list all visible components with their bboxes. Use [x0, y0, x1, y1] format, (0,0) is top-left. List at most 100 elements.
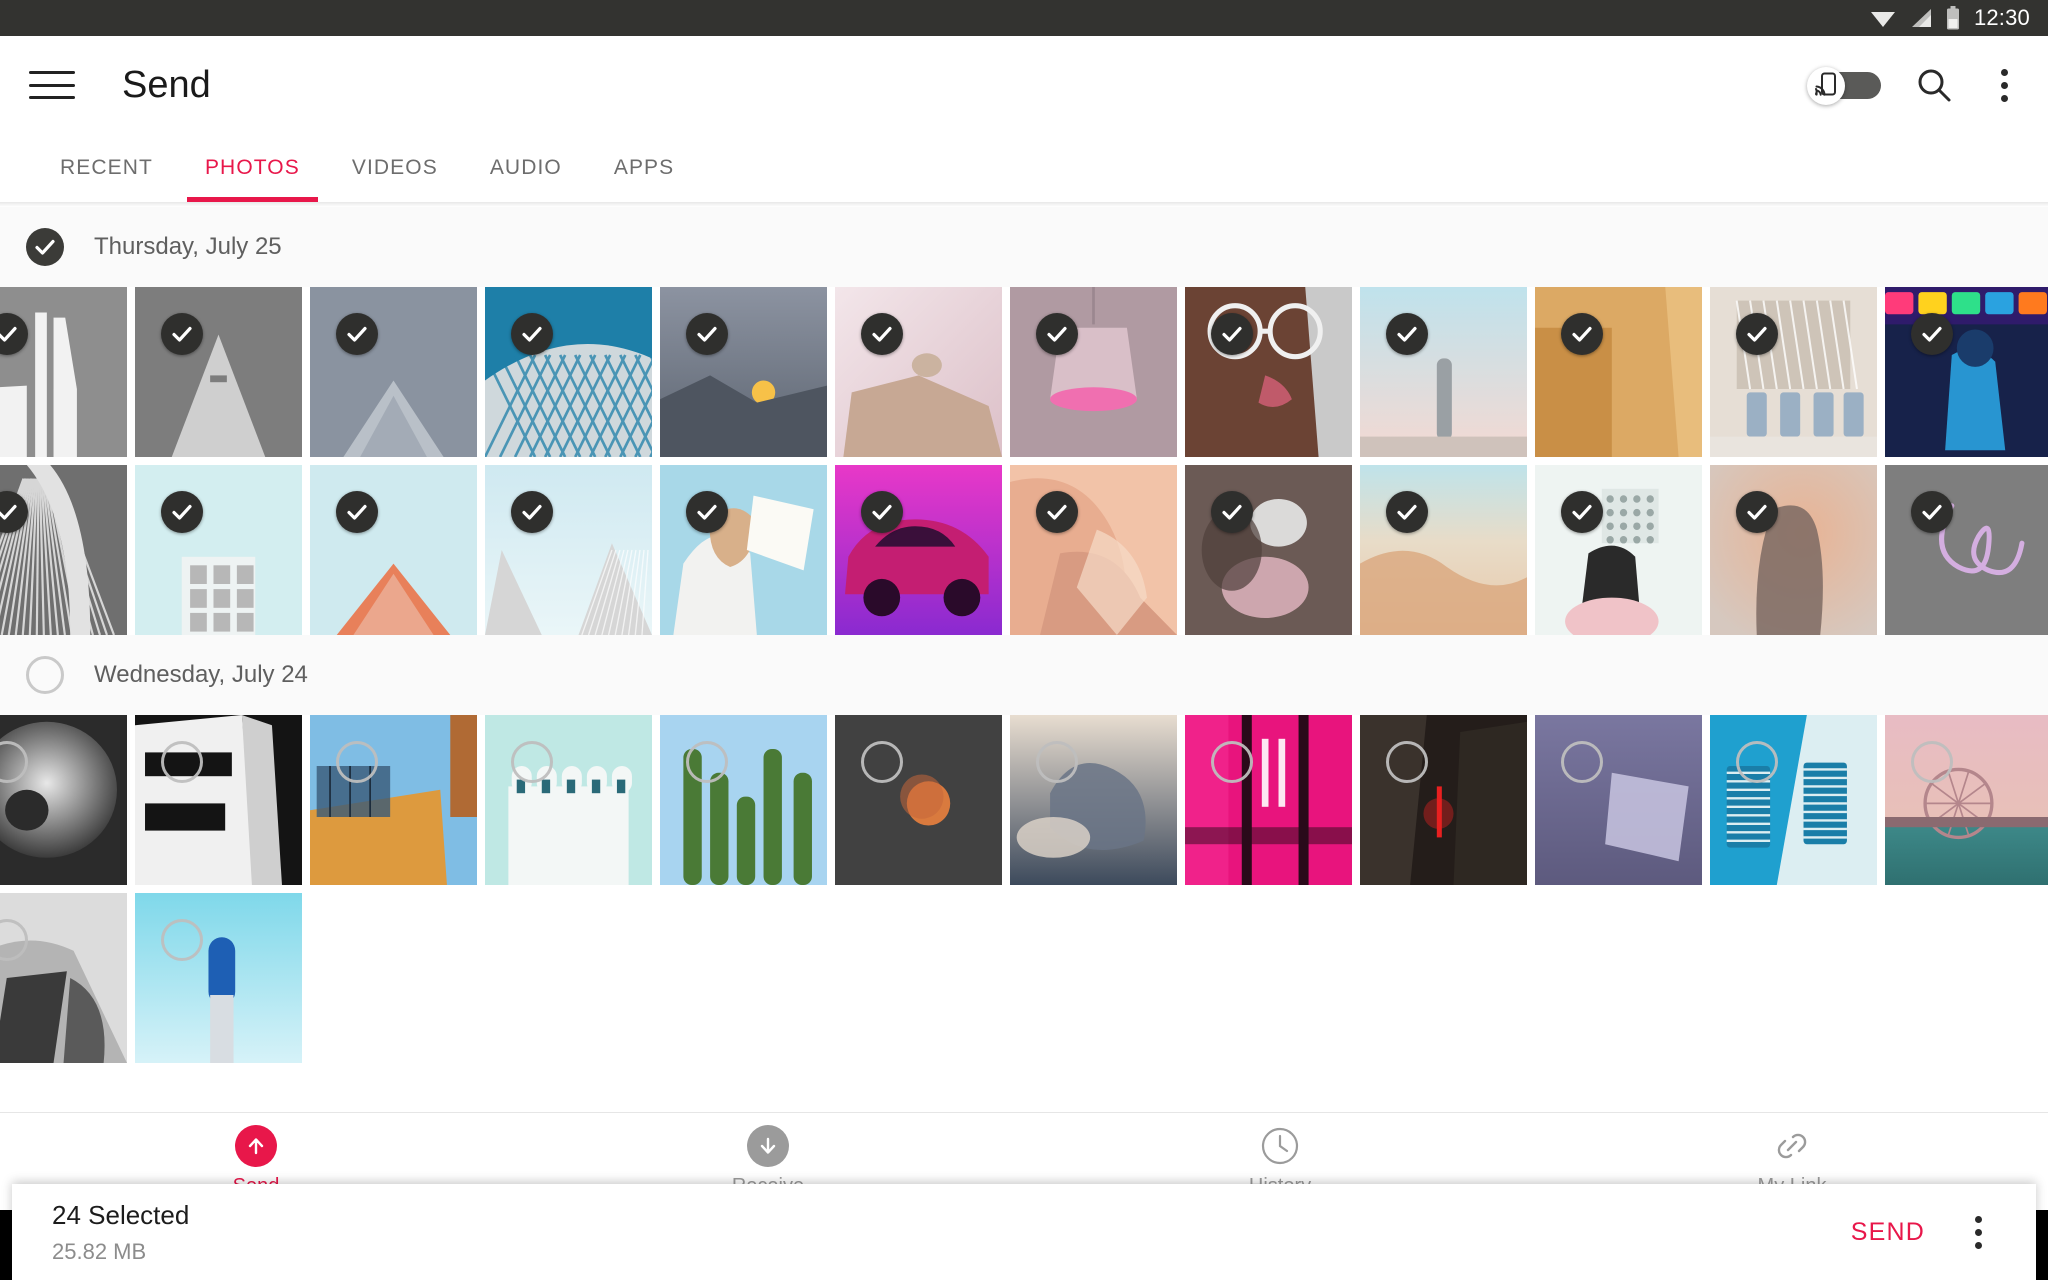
photo-select-checkbox[interactable] — [1911, 313, 1953, 355]
photo-thumbnail — [1360, 287, 1527, 457]
photo-select-checkbox[interactable] — [1386, 491, 1428, 533]
photo-tile[interactable] — [1885, 287, 2048, 457]
photo-tile[interactable] — [310, 465, 477, 635]
photo-browser[interactable]: Thursday, July 25 Wednesday, July 24 — [0, 207, 2048, 1140]
photo-tile[interactable] — [135, 465, 302, 635]
photo-tile[interactable] — [135, 715, 302, 885]
photo-tile[interactable] — [1360, 465, 1527, 635]
photo-tile[interactable] — [135, 287, 302, 457]
photo-tile[interactable] — [310, 715, 477, 885]
photo-tile[interactable] — [1885, 715, 2048, 885]
photo-select-checkbox[interactable] — [161, 741, 203, 783]
photo-tile[interactable] — [0, 893, 127, 1063]
tab-audio[interactable]: AUDIO — [464, 134, 588, 202]
photo-thumbnail — [135, 465, 302, 635]
photo-select-checkbox[interactable] — [511, 741, 553, 783]
photo-tile[interactable] — [1185, 715, 1352, 885]
photo-select-checkbox[interactable] — [861, 491, 903, 533]
photo-select-checkbox[interactable] — [1911, 491, 1953, 533]
photo-tile[interactable] — [835, 287, 1002, 457]
photo-tile[interactable] — [835, 715, 1002, 885]
photo-select-checkbox[interactable] — [1736, 313, 1778, 355]
photo-tile[interactable] — [660, 715, 827, 885]
photo-select-checkbox[interactable] — [686, 313, 728, 355]
photo-tile[interactable] — [1360, 715, 1527, 885]
photo-thumbnail — [1710, 715, 1877, 885]
photo-thumbnail — [660, 715, 827, 885]
download-arrow-icon — [747, 1125, 789, 1167]
photo-tile[interactable] — [310, 287, 477, 457]
photo-select-checkbox[interactable] — [686, 491, 728, 533]
photo-select-checkbox[interactable] — [1036, 741, 1078, 783]
photo-tile[interactable] — [0, 287, 127, 457]
hamburger-menu-icon[interactable] — [26, 65, 78, 105]
photo-thumbnail — [1360, 715, 1527, 885]
photo-select-checkbox[interactable] — [336, 313, 378, 355]
photo-thumbnail — [0, 715, 127, 885]
send-button[interactable]: SEND — [1851, 1218, 1925, 1247]
photo-tile[interactable] — [485, 715, 652, 885]
photo-tile[interactable] — [1185, 465, 1352, 635]
photo-select-checkbox[interactable] — [511, 313, 553, 355]
date-section-checkbox[interactable] — [26, 228, 64, 266]
photo-select-checkbox[interactable] — [161, 491, 203, 533]
photo-select-checkbox[interactable] — [511, 491, 553, 533]
photo-select-checkbox[interactable] — [336, 491, 378, 533]
photo-tile[interactable] — [135, 893, 302, 1063]
photo-tile[interactable] — [1885, 465, 2048, 635]
status-bar: 12:30 — [0, 0, 2048, 36]
photo-tile[interactable] — [485, 465, 652, 635]
photo-thumbnail — [835, 465, 1002, 635]
tab-apps[interactable]: APPS — [588, 134, 700, 202]
photo-select-checkbox[interactable] — [1211, 313, 1253, 355]
photo-select-checkbox[interactable] — [861, 313, 903, 355]
photo-select-checkbox[interactable] — [1561, 741, 1603, 783]
photo-select-checkbox[interactable] — [161, 313, 203, 355]
photo-select-checkbox[interactable] — [1036, 313, 1078, 355]
photo-select-checkbox[interactable] — [861, 741, 903, 783]
photo-select-checkbox[interactable] — [1736, 741, 1778, 783]
photo-tile[interactable] — [835, 465, 1002, 635]
photo-select-checkbox[interactable] — [1736, 491, 1778, 533]
photo-tile[interactable] — [1010, 465, 1177, 635]
photo-tile[interactable] — [485, 287, 652, 457]
photo-thumbnail — [1010, 465, 1177, 635]
photo-select-checkbox[interactable] — [1211, 741, 1253, 783]
photo-tile[interactable] — [660, 287, 827, 457]
photo-select-checkbox[interactable] — [161, 919, 203, 961]
tab-videos[interactable]: VIDEOS — [326, 134, 464, 202]
photo-tile[interactable] — [1535, 465, 1702, 635]
photo-tile[interactable] — [0, 465, 127, 635]
photo-tile[interactable] — [1710, 715, 1877, 885]
photo-thumbnail — [660, 287, 827, 457]
photo-tile[interactable] — [1710, 465, 1877, 635]
date-section-checkbox[interactable] — [26, 656, 64, 694]
photo-tile[interactable] — [660, 465, 827, 635]
photo-tile[interactable] — [1360, 287, 1527, 457]
photo-tile[interactable] — [1535, 287, 1702, 457]
photo-select-checkbox[interactable] — [1386, 313, 1428, 355]
overflow-menu-icon[interactable] — [1987, 63, 2022, 108]
photo-select-checkbox[interactable] — [686, 741, 728, 783]
photo-tile[interactable] — [1010, 287, 1177, 457]
photo-tile[interactable] — [1535, 715, 1702, 885]
cast-phone-toggle[interactable] — [1807, 67, 1881, 105]
photo-tile[interactable] — [1185, 287, 1352, 457]
signal-icon — [1910, 7, 1932, 29]
photo-select-checkbox[interactable] — [1386, 741, 1428, 783]
photo-select-checkbox[interactable] — [336, 741, 378, 783]
app-toolbar: Send — [0, 36, 2048, 134]
photo-select-checkbox[interactable] — [1561, 313, 1603, 355]
photo-tile[interactable] — [1010, 715, 1177, 885]
photo-select-checkbox[interactable] — [1211, 491, 1253, 533]
photo-select-checkbox[interactable] — [1911, 741, 1953, 783]
photo-select-checkbox[interactable] — [1561, 491, 1603, 533]
photo-thumbnail — [310, 465, 477, 635]
selection-overflow-menu-icon[interactable] — [1961, 1210, 1996, 1255]
photo-tile[interactable] — [0, 715, 127, 885]
tab-recent[interactable]: RECENT — [34, 134, 179, 202]
tab-photos[interactable]: PHOTOS — [179, 134, 326, 202]
photo-tile[interactable] — [1710, 287, 1877, 457]
search-icon[interactable] — [1915, 66, 1953, 104]
photo-select-checkbox[interactable] — [1036, 491, 1078, 533]
